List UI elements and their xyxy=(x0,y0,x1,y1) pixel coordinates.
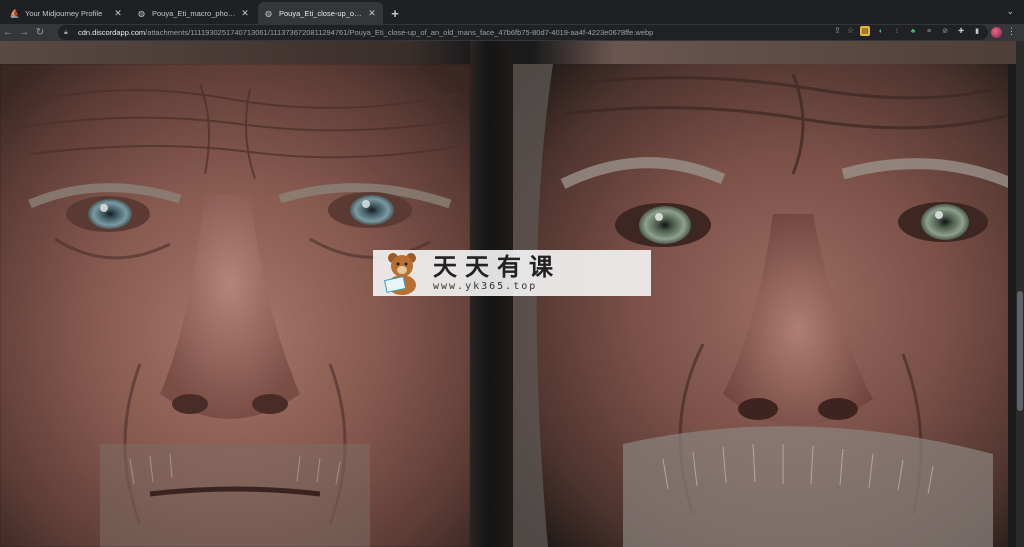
watermark-banner: 天天有课 www.yk365.top xyxy=(373,250,651,296)
watermark-title: 天天有课 xyxy=(433,253,561,281)
extensions-puzzle-icon[interactable]: ✚ xyxy=(956,26,966,36)
tab-search-button[interactable]: ⌄ xyxy=(1006,6,1014,17)
bear-mascot-logo xyxy=(373,250,427,296)
globe-icon: ◍ xyxy=(138,8,145,18)
tab-macro-photo[interactable]: ◍ Pouya_Eti_macro_photo_of_a ✕ xyxy=(131,2,256,24)
url-host: cdn.discordapp.com xyxy=(78,28,146,37)
side-panel-icon[interactable]: ▮ xyxy=(972,26,982,36)
profile-avatar[interactable] xyxy=(991,27,1002,38)
omnibox-actions: ⇪ ☆ ▤ ◐ ⁝ ♣ ≡ ⊘ ✚ ▮ xyxy=(834,26,982,36)
reload-icon[interactable]: ↻ xyxy=(32,25,48,41)
scrollbar[interactable] xyxy=(1016,41,1024,547)
extension-icon[interactable]: ♣ xyxy=(908,26,918,36)
midjourney-icon: ⛵ xyxy=(9,8,20,18)
forward-icon[interactable]: → xyxy=(16,25,32,41)
lock-icon[interactable]: 🔒︎ xyxy=(64,29,72,37)
browser-toolbar: ← → ↻ 🔒︎ cdn.discordapp.com /attachments… xyxy=(0,24,1024,41)
extension-icon[interactable]: ⊘ xyxy=(940,26,950,36)
close-icon[interactable]: ✕ xyxy=(240,8,250,19)
globe-icon: ◍ xyxy=(265,8,272,18)
extension-icon[interactable]: ▤ xyxy=(860,26,870,36)
extension-icon[interactable]: ⁝ xyxy=(892,26,902,36)
watermark-url: www.yk365.top xyxy=(433,281,538,292)
old-man-face-image-right xyxy=(513,64,1016,547)
scrollbar-thumb[interactable] xyxy=(1017,291,1023,411)
tab-title: Your Midjourney Profile xyxy=(25,8,103,18)
share-icon[interactable]: ⇪ xyxy=(834,26,841,36)
tab-midjourney-profile[interactable]: ⛵ Your Midjourney Profile ✕ xyxy=(4,2,129,24)
tab-strip: ⛵ Your Midjourney Profile ✕ ◍ Pouya_Eti_… xyxy=(0,0,1024,24)
back-icon[interactable]: ← xyxy=(0,25,16,41)
close-icon[interactable]: ✕ xyxy=(367,8,377,19)
page-content: 天天有课 www.yk365.top xyxy=(0,41,1024,547)
address-bar[interactable]: 🔒︎ cdn.discordapp.com /attachments/11119… xyxy=(58,25,988,40)
bookmark-star-icon[interactable]: ☆ xyxy=(847,26,854,36)
extension-icon[interactable]: ≡ xyxy=(924,26,934,36)
extension-icon[interactable]: ◐ xyxy=(876,26,886,36)
close-icon[interactable]: ✕ xyxy=(113,8,123,19)
old-man-face-image-left xyxy=(0,64,470,547)
tab-close-up[interactable]: ◍ Pouya_Eti_close-up_of_an_ol ✕ xyxy=(258,2,383,24)
tab-title: Pouya_Eti_close-up_of_an_ol xyxy=(279,8,363,18)
kebab-menu-icon[interactable]: ⋮ xyxy=(1007,26,1016,37)
tab-title: Pouya_Eti_macro_photo_of_a xyxy=(152,8,236,18)
url-path: /attachments/1111930251740713061/1113736… xyxy=(145,28,654,37)
new-tab-button[interactable]: + xyxy=(385,2,405,24)
